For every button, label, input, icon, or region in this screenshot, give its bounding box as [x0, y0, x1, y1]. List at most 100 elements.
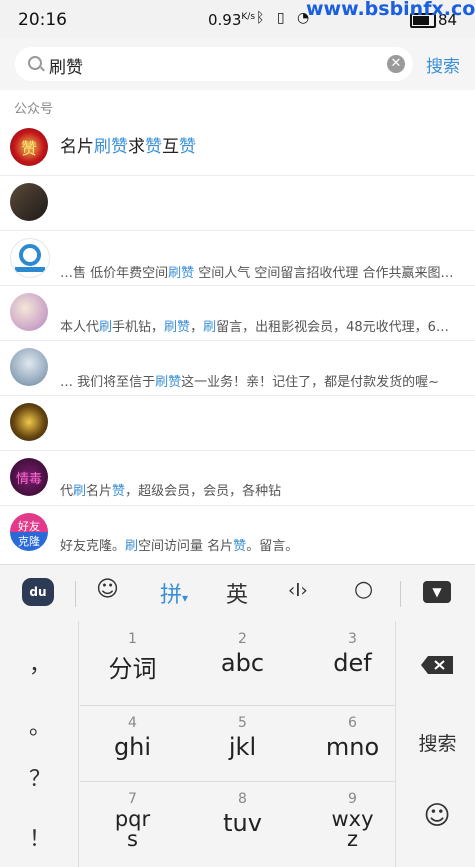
keyboard-toolbar: du ☺ 拼▾ 英 ‹I› ○ ▼: [0, 564, 475, 622]
backspace-key[interactable]: [420, 655, 454, 677]
avatar: [10, 238, 50, 278]
status-bar: 20:16 0.93K/s ᛒ ▯ ◔ 84 www.bsbinfx.com: [0, 0, 475, 38]
highlight-text: 赞: [112, 484, 126, 499]
keypad-key-6[interactable]: 6 mno: [300, 715, 405, 761]
result-summary: 本人代刷手机钻，刷赞，刷留言，出租影视会员，48元收代理，6…: [60, 316, 465, 335]
result-title: 名片刷赞求赞互赞: [60, 132, 465, 157]
avatar: [10, 183, 48, 221]
key-label: ghi: [113, 733, 152, 761]
emoji-key[interactable]: ☺: [420, 801, 454, 831]
vibrate-icon: ▯: [276, 10, 289, 26]
status-time: 20:16: [18, 10, 67, 30]
status-icons: ᛒ ▯ ◔: [256, 10, 313, 26]
key-label: wxy z: [331, 807, 374, 851]
clear-icon[interactable]: ✕: [387, 55, 405, 73]
backspace-icon: [421, 656, 453, 674]
svg-text:赞: 赞: [21, 139, 37, 158]
text-segment: 。留言。: [246, 539, 299, 554]
punct-key[interactable]: ！: [20, 821, 60, 853]
search-box[interactable]: ✕: [15, 47, 413, 81]
highlight-text: 刷赞: [164, 320, 191, 335]
keypad-key-3[interactable]: 3 def: [300, 631, 405, 677]
list-item[interactable]: 本人代刷手机钻，刷赞，刷留言，出租影视会员，48元收代理，6…: [0, 286, 475, 341]
pinyin-mode[interactable]: 拼▾: [160, 577, 188, 609]
search-bar: ✕: [0, 38, 475, 90]
punct-key[interactable]: 。: [20, 709, 60, 741]
search-button[interactable]: 搜索: [426, 52, 460, 77]
list-item[interactable]: [0, 176, 475, 231]
search-key[interactable]: 搜索: [410, 729, 465, 756]
text-segment: …售 低价年费空间: [60, 266, 169, 281]
punct-key[interactable]: ？: [20, 761, 60, 793]
cursor-icon[interactable]: ‹I›: [288, 580, 308, 601]
watermark: www.bsbinfx.com: [306, 0, 475, 20]
section-label: 公众号: [14, 102, 54, 117]
list-item[interactable]: 情毒 代刷名片赞，超级会员，会员，各种钻: [0, 451, 475, 506]
avatar: [10, 403, 48, 441]
text-segment: 这一业务！亲！记住了，都是付款发货的喔~: [181, 375, 440, 390]
highlight-text: 赞: [179, 137, 196, 157]
keypad-key-1[interactable]: 1 分词: [80, 631, 185, 684]
list-item[interactable]: 好友 克隆 好友克隆。刷空间访问量 名片赞。留言。: [0, 506, 475, 560]
highlight-text: 刷赞: [94, 137, 128, 157]
emoji-icon[interactable]: ☺: [96, 577, 119, 602]
list-item[interactable]: [0, 396, 475, 451]
key-label: 分词: [108, 655, 157, 683]
key-number: 9: [348, 791, 357, 807]
avatar: 情毒: [10, 458, 48, 496]
punct-key[interactable]: ，: [20, 647, 60, 679]
text-segment: 空间访问量 名片: [138, 539, 234, 554]
keypad-key-2[interactable]: 2 abc: [190, 631, 295, 677]
text-segment: 求: [128, 137, 145, 157]
avatar: 好友 克隆: [10, 513, 48, 551]
collapse-keyboard-icon[interactable]: ▼: [423, 581, 451, 603]
key-number: 4: [128, 715, 137, 731]
text-segment: … 我们将至信于: [60, 375, 156, 390]
text-segment: 好友克隆。: [60, 539, 126, 554]
keypad-key-7[interactable]: 7 pqr s: [80, 791, 185, 850]
text-segment: 留言，出租影视会员，48元收代理，6…: [216, 320, 449, 335]
keypad-key-4[interactable]: 4 ghi: [80, 715, 185, 761]
highlight-text: 刷: [73, 484, 87, 499]
text-segment: 名片: [86, 484, 113, 499]
text-segment: 互: [162, 137, 179, 157]
baidu-input-icon[interactable]: du: [22, 578, 54, 606]
key-number: 8: [238, 791, 247, 807]
key-number: 5: [238, 715, 247, 731]
highlight-text: 赞: [145, 137, 162, 157]
avatar: 赞: [10, 128, 48, 166]
keyboard: ， 。 ？ ！ 1 分词 2 abc 3 def 4 ghi 5 jkl 6 mno 7 pqr s 8 tu…: [0, 621, 475, 867]
text-segment: ，超级会员，会员，各种钻: [125, 484, 282, 499]
avatar: [10, 348, 48, 386]
list-item[interactable]: … 我们将至信于刷赞这一业务！亲！记住了，都是付款发货的喔~: [0, 341, 475, 396]
highlight-text: 刷: [99, 320, 113, 335]
text-segment: 代: [60, 484, 74, 499]
english-mode[interactable]: 英: [226, 577, 248, 609]
text-segment: 名片: [60, 137, 94, 157]
svg-text:克隆: 克隆: [18, 534, 40, 548]
list-item[interactable]: 赞 名片刷赞求赞互赞: [0, 121, 475, 176]
highlight-text: 赞: [233, 539, 247, 554]
avatar: [10, 293, 48, 331]
key-number: 7: [128, 791, 137, 807]
result-summary: 好友克隆。刷空间访问量 名片赞。留言。: [60, 535, 465, 554]
text-segment: ，: [190, 320, 204, 335]
search-icon[interactable]: ○: [354, 577, 373, 602]
key-label: abc: [220, 649, 265, 677]
svg-text:情毒: 情毒: [16, 472, 42, 487]
keypad-key-5[interactable]: 5 jkl: [190, 715, 295, 761]
keypad-key-8[interactable]: 8 tuv: [190, 791, 295, 837]
search-input[interactable]: [47, 51, 391, 79]
bluetooth-icon: ᛒ: [256, 10, 269, 26]
list-item[interactable]: …售 低价年费空间刷赞 空间人气 空间留言招收代理 合作共赢来图…: [0, 231, 475, 286]
key-label: mno: [325, 733, 380, 761]
text-segment: 本人代: [60, 320, 100, 335]
highlight-text: 刷: [203, 320, 217, 335]
result-summary: … 我们将至信于刷赞这一业务！亲！记住了，都是付款发货的喔~: [60, 371, 465, 390]
keypad-key-9[interactable]: 9 wxy z: [300, 791, 405, 851]
text-segment: 空间人气 空间留言招收代理 合作共赢来图…: [194, 266, 454, 281]
search-icon: [28, 56, 42, 70]
result-summary: 代刷名片赞，超级会员，会员，各种钻: [60, 480, 465, 499]
key-label: tuv: [223, 809, 262, 837]
highlight-text: 刷赞: [155, 375, 182, 390]
